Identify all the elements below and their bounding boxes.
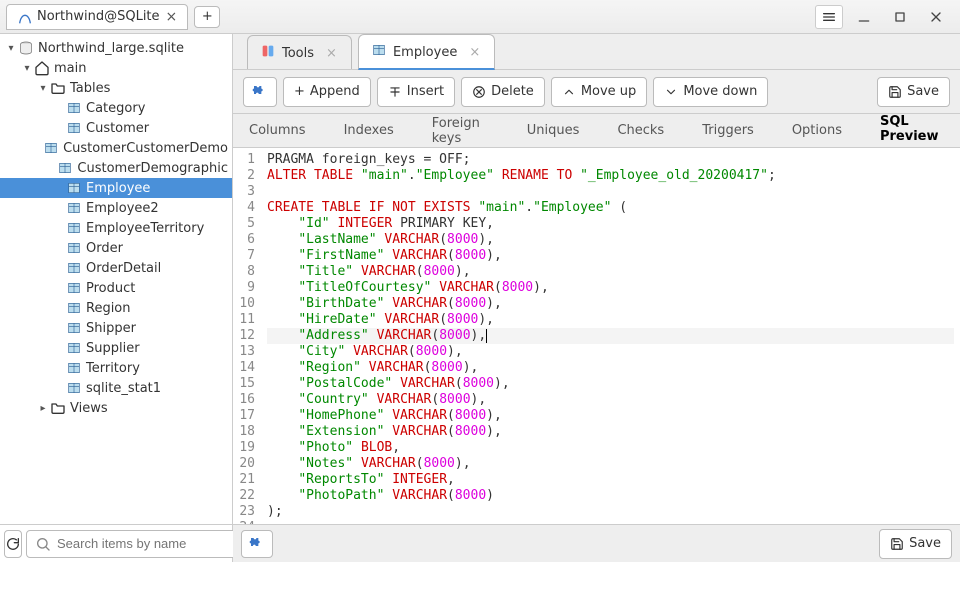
tree-item-customerdemographic[interactable]: CustomerDemographic bbox=[0, 158, 232, 178]
refresh-icon bbox=[5, 536, 21, 552]
close-tab-employee-icon[interactable]: × bbox=[469, 45, 480, 60]
insert-button[interactable]: Insert bbox=[377, 77, 455, 107]
table-icon bbox=[371, 42, 387, 62]
tree-item-order[interactable]: Order bbox=[0, 238, 232, 258]
tree-item-employeeterritory[interactable]: EmployeeTerritory bbox=[0, 218, 232, 238]
maximize-icon bbox=[892, 9, 908, 25]
tree-item-customer[interactable]: Customer bbox=[0, 118, 232, 138]
content-area: Tools × Employee × +Append Insert bbox=[233, 34, 960, 562]
chevron-down-icon bbox=[664, 85, 678, 99]
db-tree[interactable]: ▾Northwind_large.sqlite▾main▾TablesCateg… bbox=[0, 34, 232, 524]
delete-button[interactable]: Delete bbox=[461, 77, 545, 107]
subtab-indexes[interactable]: Indexes bbox=[336, 115, 402, 146]
movedown-button[interactable]: Move down bbox=[653, 77, 768, 107]
close-tab-icon[interactable]: × bbox=[166, 9, 178, 25]
save-icon bbox=[890, 537, 904, 551]
puzzle-icon bbox=[252, 84, 268, 100]
window-tab[interactable]: Northwind@SQLite × bbox=[6, 4, 188, 30]
delete-icon bbox=[472, 85, 486, 99]
search-box[interactable] bbox=[26, 530, 242, 558]
close-icon bbox=[928, 9, 944, 25]
hamburger-icon bbox=[821, 9, 837, 25]
plugin-button-bottom[interactable] bbox=[241, 530, 273, 558]
tree-item-main[interactable]: ▾main bbox=[0, 58, 232, 78]
subtab-foreign-keys[interactable]: Foreign keys bbox=[424, 108, 497, 154]
tab-tools[interactable]: Tools × bbox=[247, 35, 352, 69]
save-icon bbox=[888, 85, 902, 99]
tree-item-category[interactable]: Category bbox=[0, 98, 232, 118]
plus-icon: + bbox=[294, 84, 305, 99]
save-button[interactable]: Save bbox=[877, 77, 950, 107]
tree-item-sqlite-stat1[interactable]: sqlite_stat1 bbox=[0, 378, 232, 398]
new-tab-button[interactable]: + bbox=[194, 6, 220, 28]
tree-item-territory[interactable]: Territory bbox=[0, 358, 232, 378]
code-area[interactable]: PRAGMA foreign_keys = OFF;ALTER TABLE "m… bbox=[261, 148, 960, 524]
tree-item-employee[interactable]: Employee bbox=[0, 178, 232, 198]
tree-item-orderdetail[interactable]: OrderDetail bbox=[0, 258, 232, 278]
chevron-up-icon bbox=[562, 85, 576, 99]
minimize-icon bbox=[856, 9, 872, 25]
sql-editor[interactable]: 1234567891011121314151617181920212223242… bbox=[233, 148, 960, 524]
content-footer: Save bbox=[233, 524, 960, 562]
tree-item-shipper[interactable]: Shipper bbox=[0, 318, 232, 338]
editor-tabs: Tools × Employee × bbox=[233, 34, 960, 70]
sidebar: ▾Northwind_large.sqlite▾main▾TablesCateg… bbox=[0, 34, 233, 562]
append-button[interactable]: +Append bbox=[283, 77, 371, 107]
subtab-triggers[interactable]: Triggers bbox=[694, 115, 762, 146]
close-window-button[interactable] bbox=[925, 6, 947, 28]
moveup-button[interactable]: Move up bbox=[551, 77, 648, 107]
maximize-button[interactable] bbox=[889, 6, 911, 28]
tree-item-region[interactable]: Region bbox=[0, 298, 232, 318]
tools-icon bbox=[260, 43, 276, 63]
minimize-button[interactable] bbox=[853, 6, 875, 28]
tab-employee-label: Employee bbox=[393, 45, 457, 60]
plugin-button[interactable] bbox=[243, 77, 277, 107]
search-icon bbox=[35, 536, 51, 552]
search-input[interactable] bbox=[57, 536, 233, 551]
tree-item-employee2[interactable]: Employee2 bbox=[0, 198, 232, 218]
subtab-uniques[interactable]: Uniques bbox=[519, 115, 588, 146]
tree-item-product[interactable]: Product bbox=[0, 278, 232, 298]
subtab-checks[interactable]: Checks bbox=[609, 115, 672, 146]
title-bar: Northwind@SQLite × + bbox=[0, 0, 960, 34]
tree-item-supplier[interactable]: Supplier bbox=[0, 338, 232, 358]
tree-item-tables[interactable]: ▾Tables bbox=[0, 78, 232, 98]
tab-tools-label: Tools bbox=[282, 46, 314, 61]
tab-employee[interactable]: Employee × bbox=[358, 34, 495, 70]
subtabs: Columns Indexes Foreign keys Uniques Che… bbox=[233, 114, 960, 148]
tree-item-northwind-large-sqlite[interactable]: ▾Northwind_large.sqlite bbox=[0, 38, 232, 58]
line-gutter: 1234567891011121314151617181920212223242… bbox=[233, 148, 261, 524]
refresh-button[interactable] bbox=[4, 530, 22, 558]
window-title: Northwind@SQLite bbox=[37, 9, 160, 24]
puzzle-icon bbox=[249, 536, 265, 552]
app-icon bbox=[17, 10, 31, 24]
save-button-bottom[interactable]: Save bbox=[879, 529, 952, 559]
sidebar-footer bbox=[0, 524, 232, 562]
tree-item-customercustomerdemo[interactable]: CustomerCustomerDemo bbox=[0, 138, 232, 158]
subtab-columns[interactable]: Columns bbox=[241, 115, 314, 146]
toolbar: +Append Insert Delete Move up Move down … bbox=[233, 70, 960, 114]
close-tab-tools-icon[interactable]: × bbox=[326, 46, 337, 61]
insert-icon bbox=[388, 85, 402, 99]
tree-item-views[interactable]: ▸Views bbox=[0, 398, 232, 418]
menu-button[interactable] bbox=[815, 5, 843, 29]
subtab-options[interactable]: Options bbox=[784, 115, 850, 146]
